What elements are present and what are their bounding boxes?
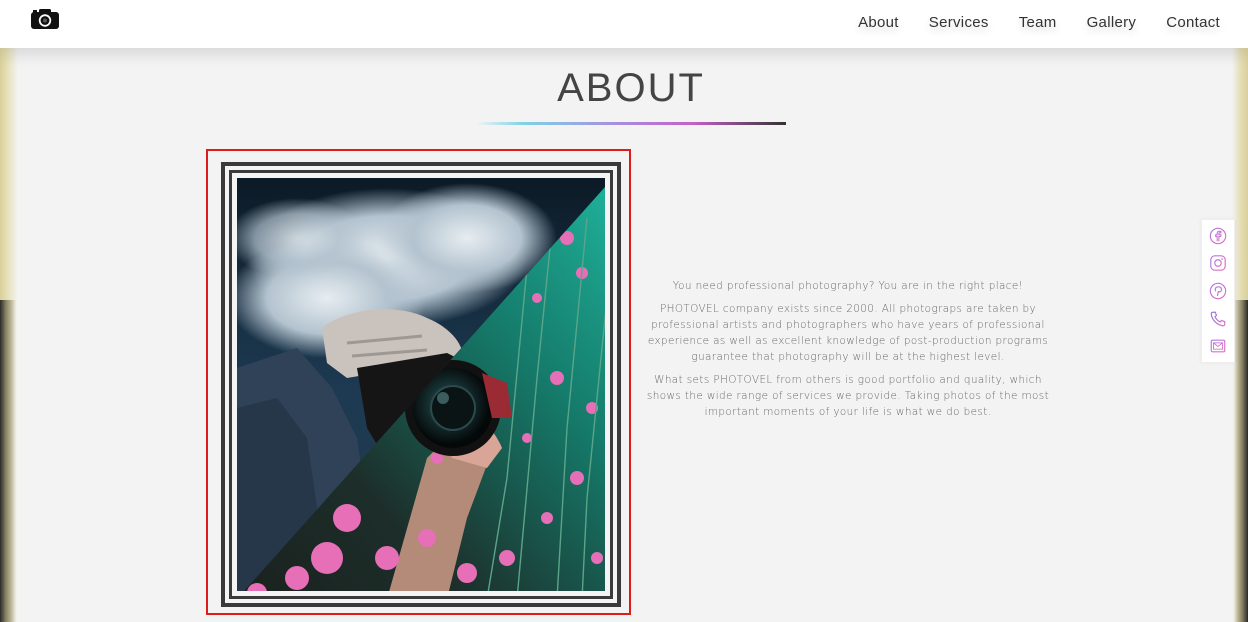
main-nav: About Services Team Gallery Contact	[828, 0, 1220, 44]
photo-inner-border	[229, 170, 613, 599]
pinterest-icon[interactable]	[1207, 280, 1229, 302]
phone-icon[interactable]	[1207, 308, 1229, 330]
nav-link-team[interactable]: Team	[1019, 14, 1057, 31]
instagram-icon[interactable]	[1207, 252, 1229, 274]
email-icon[interactable]	[1207, 335, 1229, 357]
nav-link-about[interactable]: About	[858, 14, 899, 31]
social-bar	[1201, 219, 1235, 363]
photo-frame	[221, 162, 621, 607]
navbar: About Services Team Gallery Contact	[0, 0, 1248, 48]
about-paragraph-2: PHOTOVEL company exists since 2000. All …	[647, 303, 1049, 363]
nav-link-gallery[interactable]: Gallery	[1087, 14, 1137, 31]
facebook-icon[interactable]	[1207, 225, 1229, 247]
about-text: You need professional photography? You a…	[642, 278, 1054, 427]
title-underline	[476, 122, 786, 125]
section-title: ABOUT	[557, 66, 705, 110]
about-photo	[237, 178, 605, 591]
about-paragraph-3: What sets PHOTOVEL from others is good p…	[646, 374, 1050, 418]
nav-link-services[interactable]: Services	[929, 14, 989, 31]
camera-icon[interactable]	[30, 8, 60, 30]
about-paragraph-1: You need professional photography? You a…	[672, 280, 1024, 292]
nav-link-contact[interactable]: Contact	[1166, 14, 1220, 31]
